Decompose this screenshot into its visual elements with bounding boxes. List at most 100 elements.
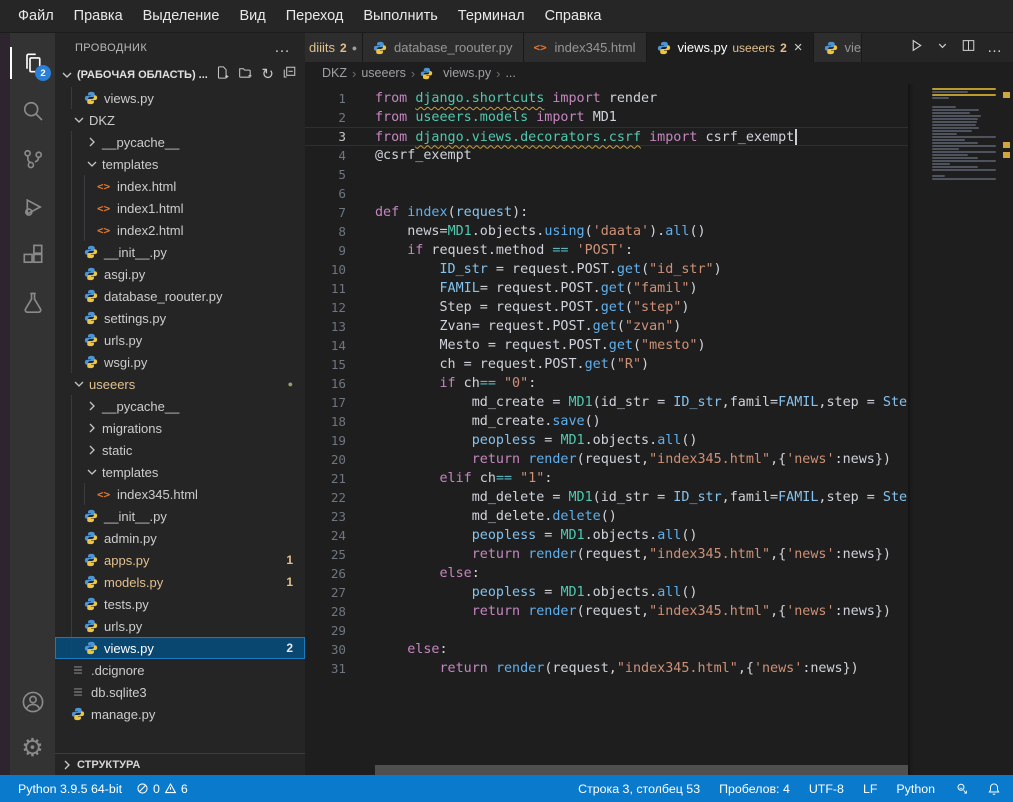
code-line-13[interactable]: 13 Zvan= request.POST.get("zvan") (305, 317, 1013, 336)
code-line-6[interactable]: 6 (305, 184, 1013, 203)
horizontal-scrollbar[interactable] (375, 765, 908, 775)
code-line-31[interactable]: 31 return render(request,"index345.html"… (305, 659, 1013, 678)
tab-views.py[interactable]: views.pyuseeers2× (647, 33, 814, 62)
split-editor-icon[interactable] (961, 38, 976, 58)
code-line-21[interactable]: 21 elif ch== "1": (305, 469, 1013, 488)
code-line-3[interactable]: 3from django.views.decorators.csrf impor… (305, 127, 1013, 146)
tree-item-models.py[interactable]: models.py1 (55, 571, 305, 593)
outline-section-header[interactable]: СТРУКТУРА (55, 753, 305, 775)
notifications-bell-icon[interactable] (987, 782, 1001, 796)
minimap[interactable] (908, 84, 1000, 775)
activity-testing[interactable] (10, 279, 55, 327)
status-item-4[interactable]: LF (863, 782, 877, 796)
status-item-3[interactable]: UTF-8 (809, 782, 844, 796)
collapse-all-icon[interactable] (282, 65, 297, 85)
problems-status[interactable]: 0 6 (136, 782, 188, 796)
tree-item-admin.py[interactable]: admin.py (55, 527, 305, 549)
tree-item-__init__.py[interactable]: __init__.py (55, 505, 305, 527)
status-item-5[interactable]: Python (896, 782, 935, 796)
code-line-14[interactable]: 14 Mesto = request.POST.get("mesto") (305, 336, 1013, 355)
more-actions-icon[interactable]: … (987, 39, 1003, 56)
tree-item-useeers[interactable]: useeers● (55, 373, 305, 395)
activity-source-control[interactable] (10, 135, 55, 183)
code-line-18[interactable]: 18 md_create.save() (305, 412, 1013, 431)
tree-item-index1.html[interactable]: <>index1.html (55, 197, 305, 219)
code-line-26[interactable]: 26 else: (305, 564, 1013, 583)
menu-item-1[interactable]: Файл (8, 0, 64, 33)
refresh-icon[interactable]: ↻ (261, 67, 274, 82)
tree-item-__init__.py[interactable]: __init__.py (55, 241, 305, 263)
tree-item-templates[interactable]: templates (55, 461, 305, 483)
code-line-2[interactable]: 2from useeers.models import MD1 (305, 108, 1013, 127)
tab-index345.html[interactable]: <>index345.html (524, 33, 647, 62)
code-line-24[interactable]: 24 peopless = MD1.objects.all() (305, 526, 1013, 545)
tree-item-manage.py[interactable]: manage.py (55, 703, 305, 725)
code-line-19[interactable]: 19 peopless = MD1.objects.all() (305, 431, 1013, 450)
code-editor[interactable]: 1from django.shortcuts import render2fro… (305, 84, 1013, 775)
code-line-27[interactable]: 27 peopless = MD1.objects.all() (305, 583, 1013, 602)
code-line-11[interactable]: 11 FAMIL= request.POST.get("famil") (305, 279, 1013, 298)
tree-item-index2.html[interactable]: <>index2.html (55, 219, 305, 241)
tree-item-.dcignore[interactable]: .dcignore (55, 659, 305, 681)
code-line-30[interactable]: 30 else: (305, 640, 1013, 659)
status-item-1[interactable]: Строка 3, столбец 53 (578, 782, 700, 796)
code-line-17[interactable]: 17 md_create = MD1(id_str = ID_str,famil… (305, 393, 1013, 412)
breadcrumb-item-DKZ[interactable]: DKZ (322, 66, 347, 80)
activity-explorer[interactable]: 2 (10, 39, 55, 87)
tree-item-urls.py[interactable]: urls.py (55, 615, 305, 637)
tree-item-static[interactable]: static (55, 439, 305, 461)
breadcrumb-item-views.py[interactable]: views.py (443, 66, 491, 80)
tree-item-tests.py[interactable]: tests.py (55, 593, 305, 615)
tree-item-index345.html[interactable]: <>index345.html (55, 483, 305, 505)
feedback-icon[interactable] (954, 782, 968, 796)
tree-item-__pycache__[interactable]: __pycache__ (55, 131, 305, 153)
tree-item-asgi.py[interactable]: asgi.py (55, 263, 305, 285)
tree-item-templates[interactable]: templates (55, 153, 305, 175)
code-line-16[interactable]: 16 if ch== "0": (305, 374, 1013, 393)
tab-database_roouter.py[interactable]: database_roouter.py (363, 33, 524, 62)
code-line-28[interactable]: 28 return render(request,"index345.html"… (305, 602, 1013, 621)
activity-search[interactable] (10, 87, 55, 135)
menu-item-5[interactable]: Переход (276, 0, 354, 33)
tree-item-views.py[interactable]: views.py2 (55, 637, 305, 659)
activity-account[interactable] (10, 679, 55, 725)
menu-item-2[interactable]: Правка (64, 0, 133, 33)
breadcrumb-item-...[interactable]: ... (505, 66, 515, 80)
tree-item-migrations[interactable]: migrations (55, 417, 305, 439)
run-icon[interactable] (909, 38, 924, 58)
code-line-7[interactable]: 7def index(request): (305, 203, 1013, 222)
code-line-9[interactable]: 9 if request.method == 'POST': (305, 241, 1013, 260)
activity-run-debug[interactable] (10, 183, 55, 231)
menu-item-4[interactable]: Вид (229, 0, 275, 33)
code-line-23[interactable]: 23 md_delete.delete() (305, 507, 1013, 526)
run-dropdown-icon[interactable] (935, 38, 950, 58)
tree-item-database_roouter.py[interactable]: database_roouter.py (55, 285, 305, 307)
breadcrumb-item-useeers[interactable]: useeers (361, 66, 405, 80)
code-line-10[interactable]: 10 ID_str = request.POST.get("id_str") (305, 260, 1013, 279)
code-line-12[interactable]: 12 Step = request.POST.get("step") (305, 298, 1013, 317)
menu-item-6[interactable]: Выполнить (353, 0, 447, 33)
tree-item-index.html[interactable]: <>index.html (55, 175, 305, 197)
code-line-22[interactable]: 22 md_delete = MD1(id_str = ID_str,famil… (305, 488, 1013, 507)
overview-ruler[interactable] (1000, 84, 1013, 775)
menu-item-8[interactable]: Справка (535, 0, 612, 33)
code-line-5[interactable]: 5 (305, 165, 1013, 184)
code-line-1[interactable]: 1from django.shortcuts import render (305, 89, 1013, 108)
workspace-section-header[interactable]: (РАБОЧАЯ ОБЛАСТЬ) ... ↻ (55, 62, 305, 87)
tree-item-apps.py[interactable]: apps.py1 (55, 549, 305, 571)
tab-vie[interactable]: vie (814, 33, 862, 62)
menu-item-7[interactable]: Терминал (448, 0, 535, 33)
python-interpreter-status[interactable]: Python 3.9.5 64-bit (18, 782, 122, 796)
code-line-4[interactable]: 4@csrf_exempt (305, 146, 1013, 165)
tree-item-__pycache__[interactable]: __pycache__ (55, 395, 305, 417)
tree-item-urls.py[interactable]: urls.py (55, 329, 305, 351)
activity-settings[interactable]: ⚙ (10, 725, 55, 771)
menu-item-3[interactable]: Выделение (133, 0, 230, 33)
status-item-2[interactable]: Пробелов: 4 (719, 782, 790, 796)
code-line-25[interactable]: 25 return render(request,"index345.html"… (305, 545, 1013, 564)
tree-item-wsgi.py[interactable]: wsgi.py (55, 351, 305, 373)
tree-item-db.sqlite3[interactable]: db.sqlite3 (55, 681, 305, 703)
code-line-29[interactable]: 29 (305, 621, 1013, 640)
code-line-20[interactable]: 20 return render(request,"index345.html"… (305, 450, 1013, 469)
new-file-icon[interactable] (215, 65, 230, 85)
